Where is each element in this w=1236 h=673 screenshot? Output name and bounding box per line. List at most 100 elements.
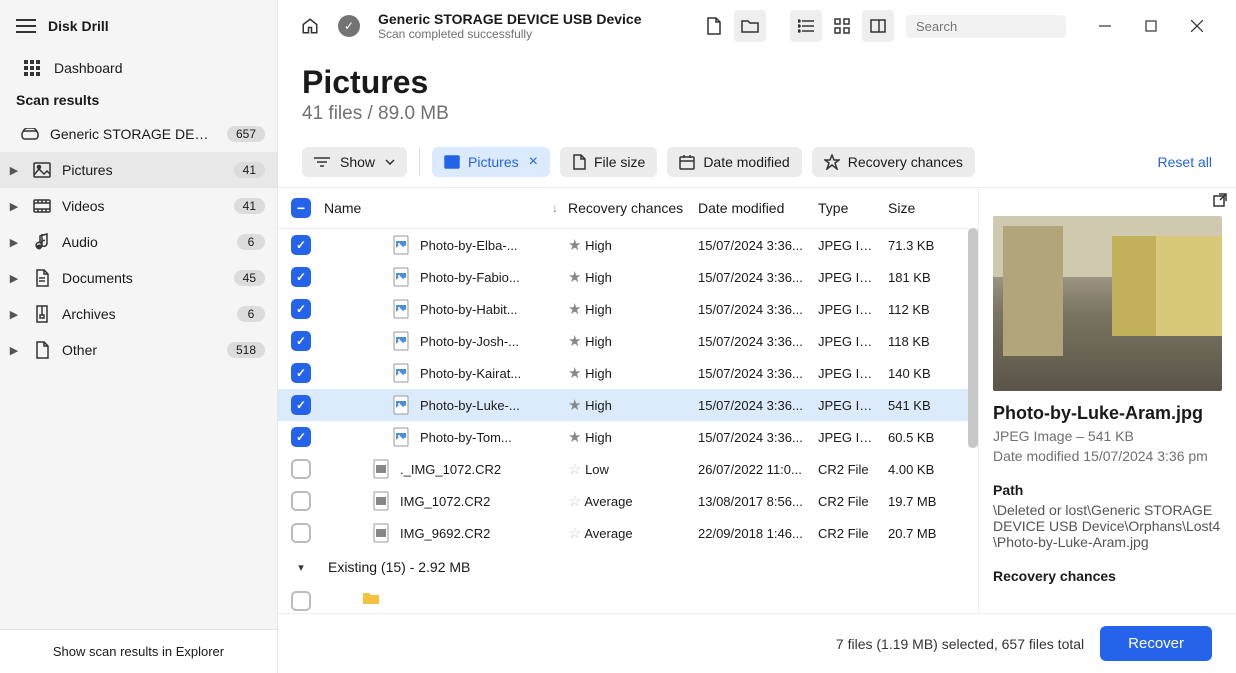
col-size-header[interactable]: Size [888,200,968,216]
sidebar-item-audio[interactable]: ▶︎ Audio 6 [0,224,277,260]
sidebar-item-archives[interactable]: ▶︎ Archives 6 [0,296,277,332]
row-checkbox[interactable] [291,363,311,383]
table-row[interactable]: Photo-by-Kairat... ★ High 15/07/2024 3:3… [278,357,978,389]
list-layout-button[interactable] [790,10,822,42]
file-size: 71.3 KB [888,238,968,253]
preview-filename: Photo-by-Luke-Aram.jpg [993,403,1222,424]
file-view-button[interactable] [698,10,730,42]
chevron-right-icon[interactable]: ▶︎ [6,236,22,249]
filter-date-modified[interactable]: Date modified [667,147,801,177]
folder-view-button[interactable] [734,10,766,42]
file-name: Photo-by-Habit... [420,302,518,317]
hamburger-icon[interactable] [16,19,36,33]
titlebar-info: Generic STORAGE DEVICE USB Device Scan c… [378,11,642,41]
table-row[interactable]: Photo-by-Luke-... ★ High 15/07/2024 3:36… [278,389,978,421]
file-type: JPEG Im... [818,398,888,413]
row-checkbox[interactable] [291,299,311,319]
col-date-header[interactable]: Date modified [698,200,818,216]
search-input[interactable] [916,19,1092,34]
chevron-down-icon[interactable]: ▾ [288,561,314,574]
content-header: Pictures 41 files / 89.0 MB [278,52,1236,137]
row-checkbox[interactable] [291,427,311,447]
recovery-chance: Average [584,494,632,509]
row-checkbox[interactable] [291,235,311,255]
table-row[interactable]: Photo-by-Tom... ★ High 15/07/2024 3:36..… [278,421,978,453]
search-box[interactable] [906,15,1066,38]
row-checkbox[interactable] [291,491,311,511]
table-row[interactable]: ._IMG_1072.CR2 ☆ Low 26/07/2022 11:0... … [278,453,978,485]
window-maximize-button[interactable] [1128,10,1174,42]
detail-layout-button[interactable] [862,10,894,42]
app-title: Disk Drill [48,18,109,34]
chevron-right-icon[interactable]: ▶︎ [6,164,22,177]
table-row[interactable]: IMG_9692.CR2 ☆ Average 22/09/2018 1:46..… [278,517,978,549]
table-row[interactable]: Photo-by-Fabio... ★ High 15/07/2024 3:36… [278,261,978,293]
file-name: Photo-by-Elba-... [420,238,518,253]
filter-file-size[interactable]: File size [560,147,657,177]
sidebar-item-pictures[interactable]: ▶︎ Pictures 41 [0,152,277,188]
table-row[interactable]: Photo-by-Elba-... ★ High 15/07/2024 3:36… [278,229,978,261]
page-subtitle: 41 files / 89.0 MB [302,103,1212,125]
window-close-button[interactable] [1174,10,1220,42]
preview-typeinfo: JPEG Image – 541 KB [993,428,1222,444]
table-row[interactable]: Photo-by-Josh-... ★ High 15/07/2024 3:36… [278,325,978,357]
window-controls [1082,10,1220,42]
file-size: 140 KB [888,366,968,381]
reset-all-link[interactable]: Reset all [1158,154,1212,170]
home-button[interactable] [294,10,326,42]
row-checkbox[interactable] [291,395,311,415]
sidebar-item-videos[interactable]: ▶︎ Videos 41 [0,188,277,224]
date-modified: 15/07/2024 3:36... [698,366,818,381]
row-checkbox[interactable] [291,523,311,543]
category-count-badge: 518 [227,342,265,358]
star-icon: ☆ [568,461,581,478]
col-name-header[interactable]: Name ↓ [324,200,568,216]
grid-layout-button[interactable] [826,10,858,42]
row-checkbox[interactable] [291,267,311,287]
category-label: Other [62,342,217,358]
file-type: CR2 File [818,462,888,477]
scan-status: Scan completed successfully [378,27,642,41]
table-row[interactable] [278,585,978,613]
titlebar: ✓ Generic STORAGE DEVICE USB Device Scan… [278,0,1236,52]
sidebar-item-documents[interactable]: ▶︎ Documents 45 [0,260,277,296]
group-row-existing[interactable]: ▾ Existing (15) - 2.92 MB [278,549,978,585]
chevron-right-icon[interactable]: ▶︎ [6,344,22,357]
chevron-down-icon [385,159,395,165]
recover-button[interactable]: Recover [1100,626,1212,661]
clear-pictures-filter-icon[interactable]: × [529,154,538,170]
category-count-badge: 45 [234,270,265,286]
pop-out-button[interactable] [1212,192,1228,208]
filter-recovery-chances[interactable]: Recovery chances [812,147,975,177]
select-all-checkbox[interactable] [291,198,311,218]
scrollbar[interactable] [968,228,978,448]
other-icon [32,340,52,360]
category-label: Documents [62,270,224,286]
preview-image [993,216,1222,391]
file-icon [392,395,412,415]
filter-icon [314,156,330,168]
show-in-explorer-link[interactable]: Show scan results in Explorer [0,629,277,673]
chevron-right-icon[interactable]: ▶︎ [6,308,22,321]
file-name: Photo-by-Luke-... [420,398,520,413]
table-row[interactable]: IMG_1072.CR2 ☆ Average 13/08/2017 8:56..… [278,485,978,517]
col-type-header[interactable]: Type [818,200,888,216]
file-icon [392,267,412,287]
chevron-right-icon[interactable]: ▶︎ [6,200,22,213]
sidebar-item-other[interactable]: ▶︎ Other 518 [0,332,277,368]
table-row[interactable]: Photo-by-Habit... ★ High 15/07/2024 3:36… [278,293,978,325]
show-dropdown[interactable]: Show [302,147,407,177]
body-area: Name ↓ Recovery chances Date modified Ty… [278,187,1236,613]
window-minimize-button[interactable] [1082,10,1128,42]
filter-pictures-chip[interactable]: Pictures × [432,147,550,177]
file-size: 20.7 MB [888,526,968,541]
file-size: 181 KB [888,270,968,285]
col-recovery-header[interactable]: Recovery chances [568,200,698,216]
row-checkbox[interactable] [291,331,311,351]
row-checkbox[interactable] [291,591,311,611]
sidebar-item-dashboard[interactable]: Dashboard [0,52,277,84]
row-checkbox[interactable] [291,459,311,479]
chevron-right-icon[interactable]: ▶︎ [6,272,22,285]
sort-arrow-icon: ↓ [552,201,558,215]
sidebar-item-device[interactable]: Generic STORAGE DEVIC... 657 [0,116,277,152]
